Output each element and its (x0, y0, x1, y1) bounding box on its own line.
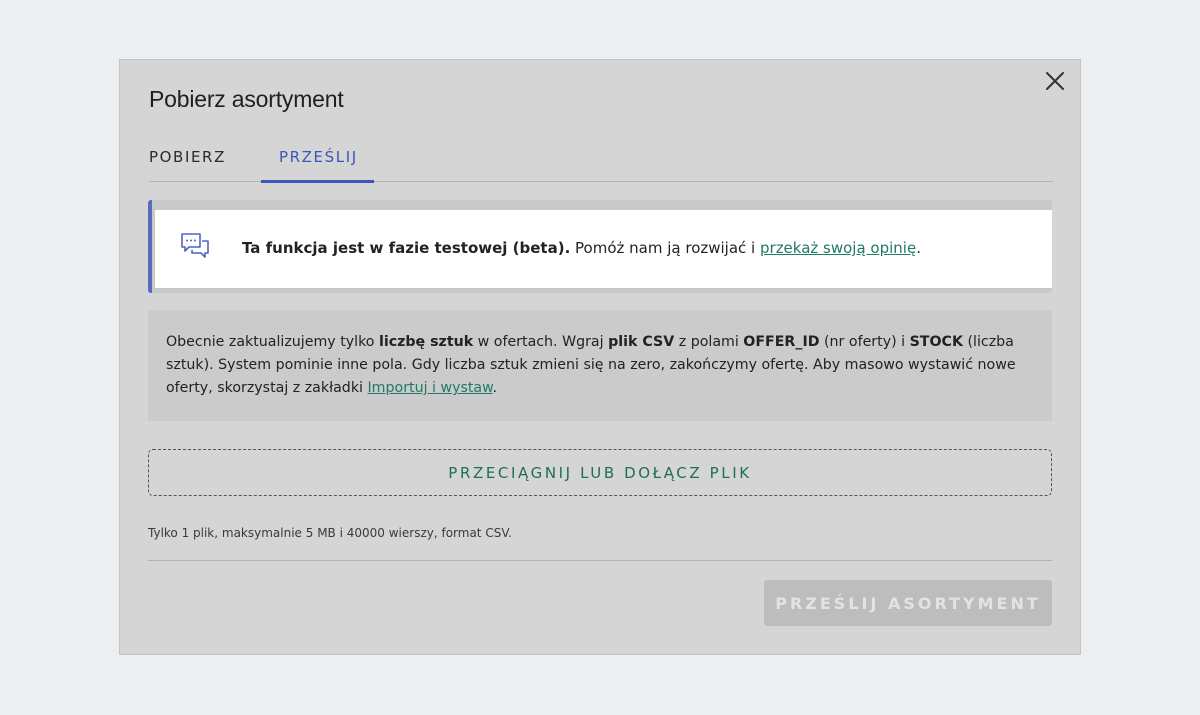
info-text: z polami (674, 334, 744, 350)
import-and-list-link[interactable]: Importuj i wystaw (368, 380, 493, 396)
alert-body: Ta funkcja jest w fazie testowej (beta).… (155, 210, 1052, 288)
beta-alert: Ta funkcja jest w fazie testowej (beta).… (148, 200, 1052, 293)
file-dropzone[interactable]: PRZECIĄGNIJ LUB DOŁĄCZ PLIK (148, 449, 1052, 496)
info-text: Obecnie zaktualizujemy tylko (166, 334, 379, 350)
info-text: . (492, 380, 497, 396)
chat-bubbles-icon (180, 231, 212, 263)
info-text: w ofertach. Wgraj (473, 334, 609, 350)
info-bold: liczbę sztuk (379, 334, 474, 350)
close-icon[interactable] (1042, 68, 1068, 94)
alert-bold-text: Ta funkcja jest w fazie testowej (beta). (242, 239, 571, 257)
active-tab-indicator (261, 180, 374, 183)
info-bold: plik CSV (608, 334, 675, 350)
divider (148, 560, 1052, 561)
file-hint: Tylko 1 plik, maksymalnie 5 MB i 40000 w… (148, 526, 512, 540)
info-text: (nr oferty) i (819, 334, 910, 350)
info-box: Obecnie zaktualizujemy tylko liczbę sztu… (148, 310, 1052, 421)
dialog-title: Pobierz asortyment (149, 86, 344, 112)
alert-text: Pomóż nam ją rozwijać i (570, 239, 760, 257)
feedback-link[interactable]: przekaż swoją opinię (760, 239, 916, 257)
submit-assortment-button[interactable]: PRZEŚLIJ ASORTYMENT (764, 580, 1052, 626)
alert-message: Ta funkcja jest w fazie testowej (beta).… (242, 239, 921, 257)
tab-bar: POBIERZ PRZEŚLIJ (149, 138, 1053, 183)
upload-assortment-dialog: Pobierz asortyment POBIERZ PRZEŚLIJ Ta f… (119, 59, 1081, 655)
info-bold: STOCK (909, 334, 963, 350)
alert-accent-bar (148, 200, 152, 293)
alert-suffix: . (916, 239, 921, 257)
info-bold: OFFER_ID (743, 334, 820, 350)
tab-pobierz[interactable]: POBIERZ (149, 148, 226, 166)
tab-przeslij[interactable]: PRZEŚLIJ (279, 148, 358, 166)
